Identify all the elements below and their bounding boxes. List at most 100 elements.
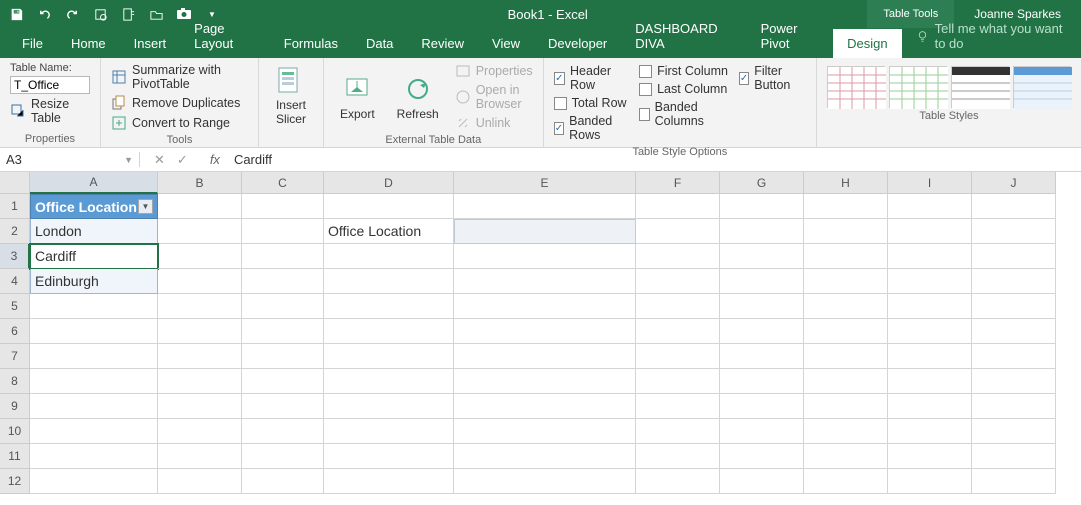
- cell-H2[interactable]: [804, 219, 888, 244]
- cell-H5[interactable]: [804, 294, 888, 319]
- cell-G6[interactable]: [720, 319, 804, 344]
- undo-icon[interactable]: [36, 6, 52, 22]
- tab-dashboard-diva[interactable]: DASHBOARD DIVA: [621, 14, 746, 58]
- cell-C8[interactable]: [242, 369, 324, 394]
- cell-A8[interactable]: [30, 369, 158, 394]
- cell-D11[interactable]: [324, 444, 454, 469]
- formula-input[interactable]: Cardiff: [228, 152, 278, 167]
- row-header-5[interactable]: 5: [0, 294, 30, 319]
- cell-I1[interactable]: [888, 194, 972, 219]
- cell-F9[interactable]: [636, 394, 720, 419]
- col-header-B[interactable]: B: [158, 172, 242, 194]
- cell-D9[interactable]: [324, 394, 454, 419]
- properties-button[interactable]: Properties: [455, 62, 533, 80]
- cell-F8[interactable]: [636, 369, 720, 394]
- cell-H7[interactable]: [804, 344, 888, 369]
- cell-H4[interactable]: [804, 269, 888, 294]
- cell-E7[interactable]: [454, 344, 636, 369]
- cell-B1[interactable]: [158, 194, 242, 219]
- cell-A6[interactable]: [30, 319, 158, 344]
- cell-H10[interactable]: [804, 419, 888, 444]
- export-button[interactable]: Export: [334, 62, 381, 132]
- header-row-checkbox[interactable]: ✓Header Row: [554, 62, 629, 94]
- cell-A10[interactable]: [30, 419, 158, 444]
- tab-insert[interactable]: Insert: [120, 29, 181, 58]
- cell-I11[interactable]: [888, 444, 972, 469]
- cell-E6[interactable]: [454, 319, 636, 344]
- tell-me-search[interactable]: Tell me what you want to do: [902, 14, 1081, 58]
- cell-A4[interactable]: Edinburgh: [30, 269, 158, 294]
- cell-A3[interactable]: Cardiff: [30, 244, 158, 269]
- save-icon[interactable]: [8, 6, 24, 22]
- cell-E11[interactable]: [454, 444, 636, 469]
- cell-E9[interactable]: [454, 394, 636, 419]
- redo-icon[interactable]: [64, 6, 80, 22]
- cell-G5[interactable]: [720, 294, 804, 319]
- cell-F1[interactable]: [636, 194, 720, 219]
- cell-B4[interactable]: [158, 269, 242, 294]
- col-header-H[interactable]: H: [804, 172, 888, 194]
- style-thumb-1[interactable]: [827, 66, 885, 108]
- cell-I7[interactable]: [888, 344, 972, 369]
- tab-page-layout[interactable]: Page Layout: [180, 14, 270, 58]
- tab-power-pivot[interactable]: Power Pivot: [747, 14, 834, 58]
- cell-C10[interactable]: [242, 419, 324, 444]
- cell-C3[interactable]: [242, 244, 324, 269]
- open-browser-button[interactable]: Open in Browser: [455, 82, 533, 112]
- cell-G7[interactable]: [720, 344, 804, 369]
- cell-G4[interactable]: [720, 269, 804, 294]
- cell-D4[interactable]: [324, 269, 454, 294]
- cell-B6[interactable]: [158, 319, 242, 344]
- row-header-8[interactable]: 8: [0, 369, 30, 394]
- col-header-D[interactable]: D: [324, 172, 454, 194]
- cell-D3[interactable]: [324, 244, 454, 269]
- total-row-checkbox[interactable]: Total Row: [554, 94, 629, 112]
- cell-G11[interactable]: [720, 444, 804, 469]
- cell-J2[interactable]: [972, 219, 1056, 244]
- name-box-dropdown-icon[interactable]: ▼: [124, 155, 133, 165]
- cell-E12[interactable]: [454, 469, 636, 494]
- cell-I10[interactable]: [888, 419, 972, 444]
- banded-rows-checkbox[interactable]: ✓Banded Rows: [554, 112, 629, 144]
- first-column-checkbox[interactable]: First Column: [639, 62, 729, 80]
- row-header-7[interactable]: 7: [0, 344, 30, 369]
- cell-B7[interactable]: [158, 344, 242, 369]
- cell-B5[interactable]: [158, 294, 242, 319]
- cell-A7[interactable]: [30, 344, 158, 369]
- cell-J8[interactable]: [972, 369, 1056, 394]
- cell-F5[interactable]: [636, 294, 720, 319]
- cell-B8[interactable]: [158, 369, 242, 394]
- summarize-pivot-button[interactable]: Summarize with PivotTable: [111, 62, 248, 92]
- filter-dropdown-icon[interactable]: ▼: [138, 199, 153, 214]
- row-header-4[interactable]: 4: [0, 269, 30, 294]
- cell-G3[interactable]: [720, 244, 804, 269]
- cell-D1[interactable]: [324, 194, 454, 219]
- col-header-A[interactable]: A: [30, 172, 158, 194]
- banded-columns-checkbox[interactable]: Banded Columns: [639, 98, 729, 130]
- cell-E4[interactable]: [454, 269, 636, 294]
- row-header-1[interactable]: 1: [0, 194, 30, 219]
- name-box[interactable]: A3 ▼: [0, 152, 140, 167]
- cell-J5[interactable]: [972, 294, 1056, 319]
- styles-gallery[interactable]: [827, 62, 1071, 108]
- cell-H11[interactable]: [804, 444, 888, 469]
- row-header-9[interactable]: 9: [0, 394, 30, 419]
- resize-table-button[interactable]: Resize Table: [10, 96, 90, 126]
- cell-F2[interactable]: [636, 219, 720, 244]
- cell-H8[interactable]: [804, 369, 888, 394]
- cell-D10[interactable]: [324, 419, 454, 444]
- filter-button-checkbox[interactable]: ✓Filter Button: [739, 62, 806, 94]
- last-column-checkbox[interactable]: Last Column: [639, 80, 729, 98]
- select-all-corner[interactable]: [0, 172, 30, 194]
- cell-E8[interactable]: [454, 369, 636, 394]
- cell-D5[interactable]: [324, 294, 454, 319]
- cell-B3[interactable]: [158, 244, 242, 269]
- open-icon[interactable]: [148, 6, 164, 22]
- cell-J12[interactable]: [972, 469, 1056, 494]
- cell-J3[interactable]: [972, 244, 1056, 269]
- cell-J9[interactable]: [972, 394, 1056, 419]
- cell-D12[interactable]: [324, 469, 454, 494]
- cell-C9[interactable]: [242, 394, 324, 419]
- col-header-F[interactable]: F: [636, 172, 720, 194]
- cell-I4[interactable]: [888, 269, 972, 294]
